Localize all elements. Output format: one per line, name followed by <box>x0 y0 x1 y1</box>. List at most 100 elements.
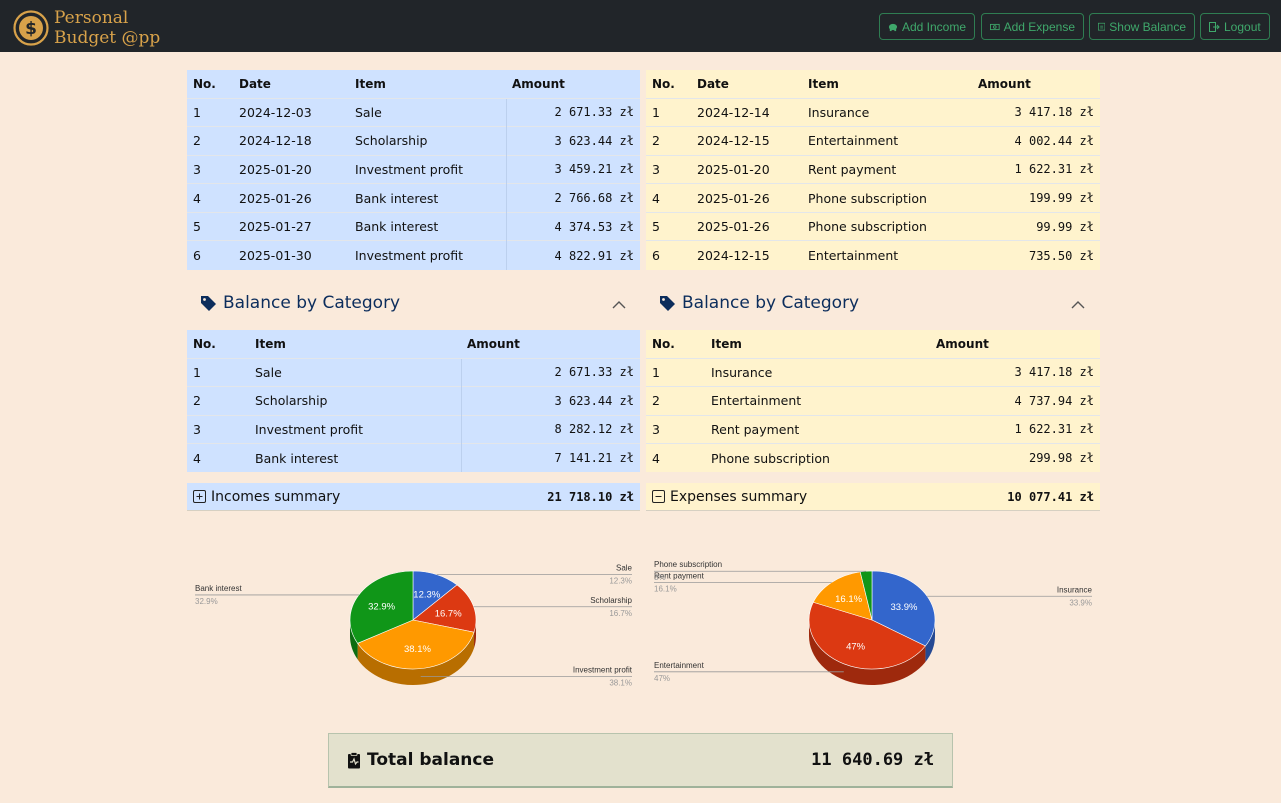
expense-row: 6 2024-12-15 Entertainment 735.50 zł <box>646 240 1100 270</box>
table-cell: 1 622.31 zł <box>972 154 1100 184</box>
expense-row: 3 2025-01-20 Rent payment 1 622.31 zł <box>646 154 1100 184</box>
chevron-up-icon[interactable] <box>612 300 626 310</box>
pie-slice-percent: 38.1% <box>609 679 632 688</box>
pie-slice-label: Bank interest <box>195 584 242 593</box>
pie-slice-percent: 3% <box>654 573 666 582</box>
income-category-row: 3 Investment profit 8 282.12 zł <box>187 414 640 444</box>
table-cell: 2 671.33 zł <box>460 357 640 387</box>
chevron-up-icon[interactable] <box>1071 300 1085 310</box>
table-cell: 5 <box>187 211 233 241</box>
expense-row: 4 2025-01-26 Phone subscription 199.99 zł <box>646 183 1100 213</box>
table-cell: 7 141.21 zł <box>460 443 640 473</box>
table-cell: 4 822.91 zł <box>505 240 640 270</box>
col-header: Amount <box>936 336 989 351</box>
pie-slice-percent: 47% <box>654 674 670 683</box>
logout-button[interactable]: Logout <box>1200 13 1270 40</box>
total-balance-label-wrap: Total balance <box>347 750 494 770</box>
expenses-table: No. Date Item Amount 1 2024-12-14 Insuranc… <box>646 70 1100 270</box>
clipboard-data-icon <box>1098 22 1106 31</box>
show-balance-label: Show Balance <box>1109 19 1186 34</box>
table-cell: Rent payment <box>705 414 930 444</box>
incomes-summary-label: Incomes summary <box>211 488 341 505</box>
col-header: No. <box>193 336 216 351</box>
clipboard-pulse-icon <box>348 751 360 768</box>
dollar-coin-icon: $ <box>13 10 49 46</box>
table-cell: 3 <box>646 414 705 444</box>
table-cell: Insurance <box>705 357 930 387</box>
table-cell: Scholarship <box>349 126 506 156</box>
income-row: 2 2024-12-18 Scholarship 3 623.44 zł <box>187 126 640 156</box>
plus-square-icon <box>193 490 206 503</box>
total-balance-card: Total balance 11 640.69 zł <box>328 733 953 788</box>
table-cell: 3 <box>646 154 691 184</box>
income-category-title-text: Balance by Category <box>223 293 401 313</box>
add-expense-label: Add Expense <box>1003 19 1075 34</box>
logout-label: Logout <box>1224 19 1261 34</box>
logout-icon <box>1209 21 1220 32</box>
table-cell: 1 622.31 zł <box>930 414 1100 444</box>
pie-slice-label: Sale <box>616 564 633 573</box>
col-header: Date <box>697 76 729 91</box>
table-cell: 1 <box>646 97 691 127</box>
expenses-summary-value: 10 077.41 zł <box>1007 489 1094 504</box>
pie-percent-label: 38.1% <box>404 644 431 655</box>
income-category-header-row: No. Item Amount <box>187 330 640 358</box>
income-row: 5 2025-01-27 Bank interest 4 374.53 zł <box>187 211 640 241</box>
table-cell: 3 623.44 zł <box>460 386 640 416</box>
expenses-summary: Expenses summary 10 077.41 zł <box>646 483 1100 511</box>
table-cell: Sale <box>349 97 506 127</box>
table-cell: 6 <box>187 240 233 270</box>
pie-percent-label: 47% <box>846 641 866 652</box>
table-cell: 8 282.12 zł <box>460 414 640 444</box>
table-cell: 2025-01-26 <box>233 183 349 213</box>
brand-line-1: Personal <box>54 8 129 28</box>
brand[interactable]: $ Personal Budget @pp <box>13 8 160 48</box>
table-cell: Entertainment <box>705 386 930 416</box>
income-row: 4 2025-01-26 Bank interest 2 766.68 zł <box>187 183 640 213</box>
col-header: No. <box>193 76 216 91</box>
table-cell: 1 <box>187 97 233 127</box>
table-cell: Entertainment <box>802 240 972 270</box>
add-income-button[interactable]: Add Income <box>879 13 975 40</box>
table-cell: 3 459.21 zł <box>505 154 640 184</box>
col-header: Item <box>711 336 742 351</box>
col-header: Amount <box>512 76 565 91</box>
income-category-title: Balance by Category <box>200 293 400 313</box>
table-cell: 4 <box>187 183 233 213</box>
table-cell: Phone subscription <box>705 443 930 473</box>
table-cell: 4 <box>187 443 249 473</box>
table-cell: Insurance <box>802 97 972 127</box>
incomes-summary-label-wrap: Incomes summary <box>193 489 340 505</box>
table-cell: Bank interest <box>349 211 506 241</box>
svg-text:$: $ <box>25 19 37 39</box>
table-cell: 4 002.44 zł <box>972 126 1100 156</box>
income-category-table: No. Item Amount 1 Sale 2 671.33 zł 2 Scholar… <box>187 330 640 473</box>
pie-percent-label: 16.7% <box>435 608 462 619</box>
show-balance-button[interactable]: Show Balance <box>1089 13 1195 40</box>
cash-icon <box>990 23 1000 30</box>
table-cell: Entertainment <box>802 126 972 156</box>
table-cell: 5 <box>646 211 691 241</box>
col-header: Amount <box>467 336 520 351</box>
expense-category-row: 1 Insurance 3 417.18 zł <box>646 357 1100 387</box>
table-cell: 4 374.53 zł <box>505 211 640 241</box>
expense-row: 1 2024-12-14 Insurance 3 417.18 zł <box>646 97 1100 127</box>
table-cell: Phone subscription <box>802 183 972 213</box>
table-cell: Investment profit <box>349 154 506 184</box>
table-cell: 4 <box>646 443 705 473</box>
total-balance-value: 11 640.69 zł <box>811 750 934 770</box>
table-cell: Scholarship <box>249 386 461 416</box>
expense-category-row: 3 Rent payment 1 622.31 zł <box>646 414 1100 444</box>
table-cell: Bank interest <box>249 443 461 473</box>
table-cell: Investment profit <box>249 414 461 444</box>
add-income-label: Add Income <box>901 19 966 34</box>
col-header: No. <box>652 76 675 91</box>
pie-slice-label: Investment profit <box>573 666 633 675</box>
add-expense-button[interactable]: Add Expense <box>981 13 1084 40</box>
col-header: Item <box>255 336 286 351</box>
table-cell: 3 <box>187 414 249 444</box>
income-row: 1 2024-12-03 Sale 2 671.33 zł <box>187 97 640 127</box>
table-cell: 3 <box>187 154 233 184</box>
income-row: 6 2025-01-30 Investment profit 4 822.91 zł <box>187 240 640 270</box>
expense-category-title: Balance by Category <box>659 293 859 313</box>
